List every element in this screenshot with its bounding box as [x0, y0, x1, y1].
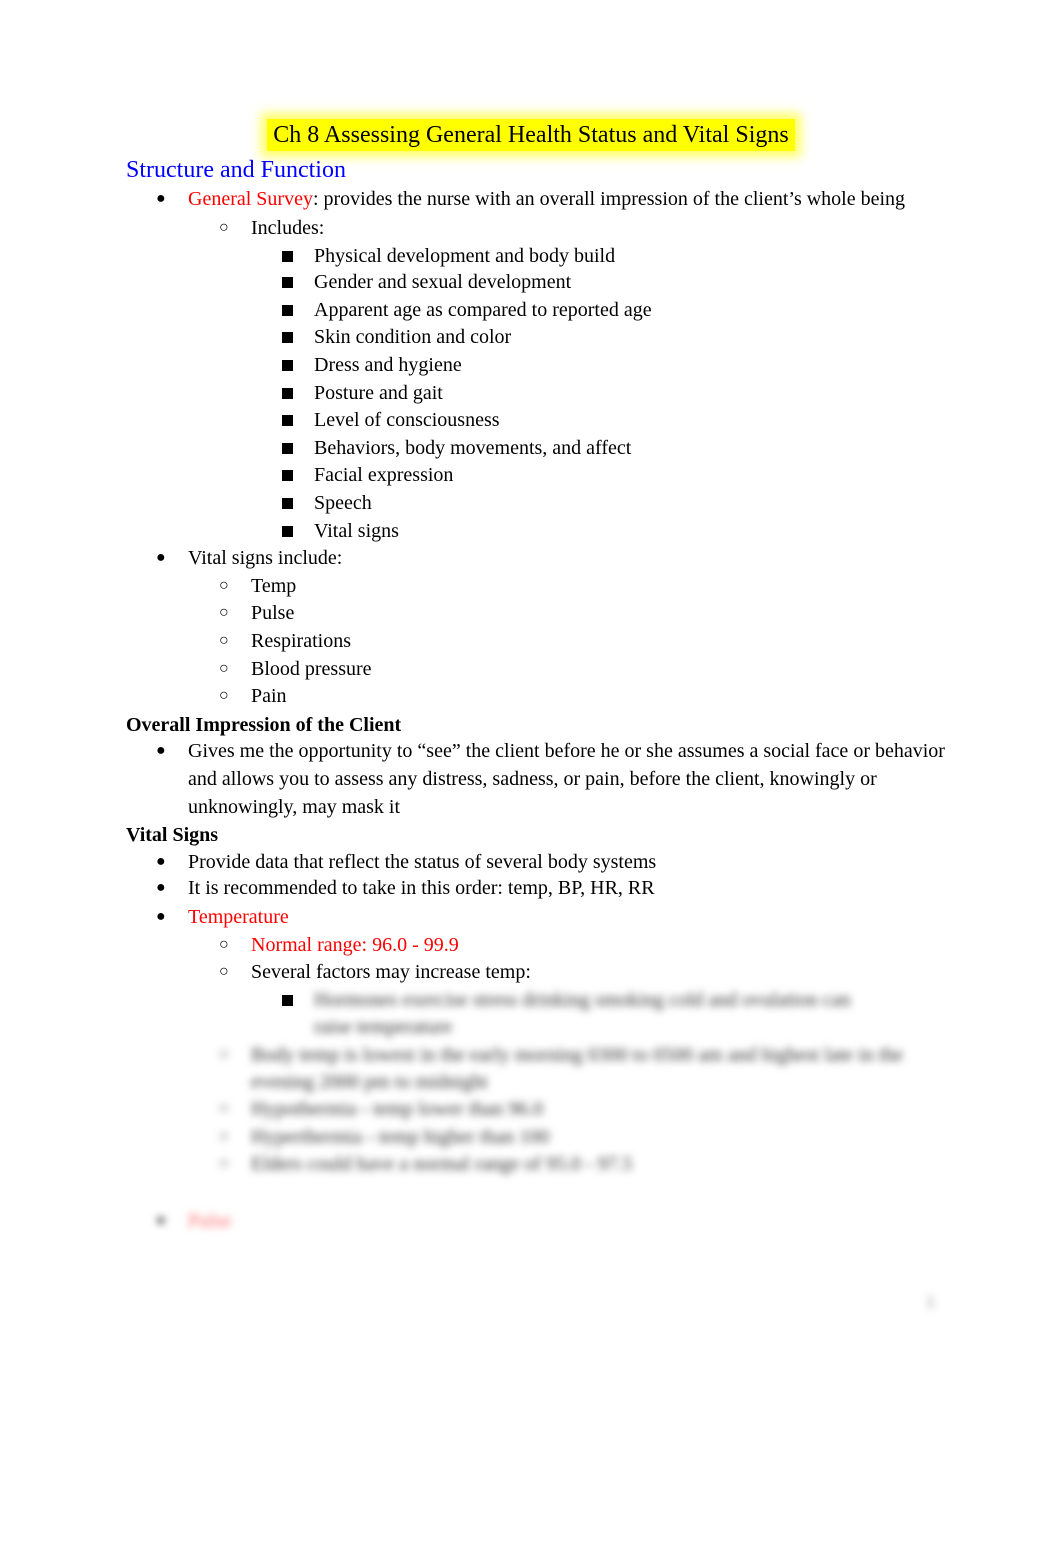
square-bullet-icon: [282, 526, 293, 537]
item-text: Skin condition and color: [314, 326, 512, 348]
square-bullet-icon: [282, 443, 293, 454]
heading-structure-function: Structure and Function: [126, 157, 346, 183]
square-bullet-icon: [282, 388, 293, 399]
item-text: Facial expression: [314, 464, 454, 486]
item-text: Speech: [314, 492, 372, 514]
square-bullet-icon: [282, 305, 293, 316]
circle-bullet-icon: ○: [219, 936, 229, 953]
circle-bullet-icon: ○: [219, 687, 229, 704]
square-bullet-icon: [282, 332, 293, 343]
square-bullet-icon: [282, 360, 293, 371]
item-text: Behaviors, body movements, and affect: [314, 437, 632, 459]
circle-bullet-icon: ○: [219, 219, 229, 236]
item-text: Apparent age as compared to reported age: [314, 299, 652, 321]
square-bullet-icon: [282, 995, 293, 1006]
blurred-text: Pulse: [188, 1210, 232, 1232]
item-text: Level of consciousness: [314, 409, 500, 431]
blurred-text: Body temp is lowest in the early morning…: [251, 1044, 904, 1066]
bullet-icon: ●: [156, 742, 166, 759]
item-text: Respirations: [251, 630, 351, 652]
square-bullet-icon: [282, 498, 293, 509]
bullet-icon: ●: [156, 1212, 166, 1229]
term-general-survey: General Survey: [188, 188, 313, 210]
blurred-text: Hyperthermia - temp higher than 100: [251, 1126, 550, 1148]
bullet-icon: ●: [156, 853, 166, 870]
item-text: Posture and gait: [314, 382, 443, 404]
square-bullet-icon: [282, 415, 293, 426]
title-container: Ch 8 Assessing General Health Status and…: [0, 119, 1062, 151]
includes-label: Includes:: [251, 217, 325, 239]
circle-bullet-icon: ○: [219, 1046, 229, 1063]
circle-bullet-icon: ○: [219, 1100, 229, 1117]
circle-bullet-icon: ○: [219, 604, 229, 621]
circle-bullet-icon: ○: [219, 577, 229, 594]
item-text: Temp: [251, 575, 297, 597]
impression-text: Gives me the opportunity to “see” the cl…: [188, 740, 945, 818]
item-text: Gender and sexual development: [314, 271, 572, 293]
bullet-icon: ●: [156, 879, 166, 896]
vitals-include-label: Vital signs include:: [188, 547, 343, 569]
normal-range-text: Normal range: 96.0 - 99.9: [251, 934, 459, 956]
item-text: It is recommended to take in this order:…: [188, 877, 655, 899]
circle-bullet-icon: ○: [219, 1155, 229, 1172]
page-title: Ch 8 Assessing General Health Status and…: [267, 119, 795, 151]
item-text: Vital signs: [314, 520, 399, 542]
factors-label: Several factors may increase temp:: [251, 961, 531, 983]
square-bullet-icon: [282, 251, 293, 262]
general-survey-definition: : provides the nurse with an overall imp…: [312, 188, 906, 210]
blurred-text: Hypothermia - temp lower than 96.0: [251, 1098, 544, 1120]
item-text: Pain: [251, 685, 287, 707]
blurred-text: evening 2000 pm to midnight: [251, 1071, 488, 1093]
blurred-text: raise temperature: [314, 1016, 453, 1038]
bullet-icon: ●: [156, 190, 166, 207]
circle-bullet-icon: ○: [219, 1128, 229, 1145]
blurred-text: Hormones exercise stress drinking smokin…: [314, 989, 851, 1011]
bullet-icon: ●: [156, 549, 166, 566]
heading-vital-signs: Vital Signs: [126, 824, 219, 846]
page-number: 1: [926, 1292, 935, 1312]
blurred-text: Elders could have a normal range of 95.0…: [251, 1153, 633, 1175]
document-page: Ch 8 Assessing General Health Status and…: [0, 0, 1062, 1556]
item-text: Provide data that reflect the status of …: [188, 851, 657, 873]
heading-overall-impression: Overall Impression of the Client: [126, 714, 402, 736]
square-bullet-icon: [282, 277, 293, 288]
item-text: Physical development and body build: [314, 245, 616, 267]
item-text: Dress and hygiene: [314, 354, 462, 376]
item-text: Pulse: [251, 602, 295, 624]
circle-bullet-icon: ○: [219, 963, 229, 980]
bullet-icon: ●: [156, 908, 166, 925]
temperature-label: Temperature: [188, 906, 289, 928]
item-text: Blood pressure: [251, 658, 372, 680]
circle-bullet-icon: ○: [219, 632, 229, 649]
square-bullet-icon: [282, 470, 293, 481]
circle-bullet-icon: ○: [219, 660, 229, 677]
